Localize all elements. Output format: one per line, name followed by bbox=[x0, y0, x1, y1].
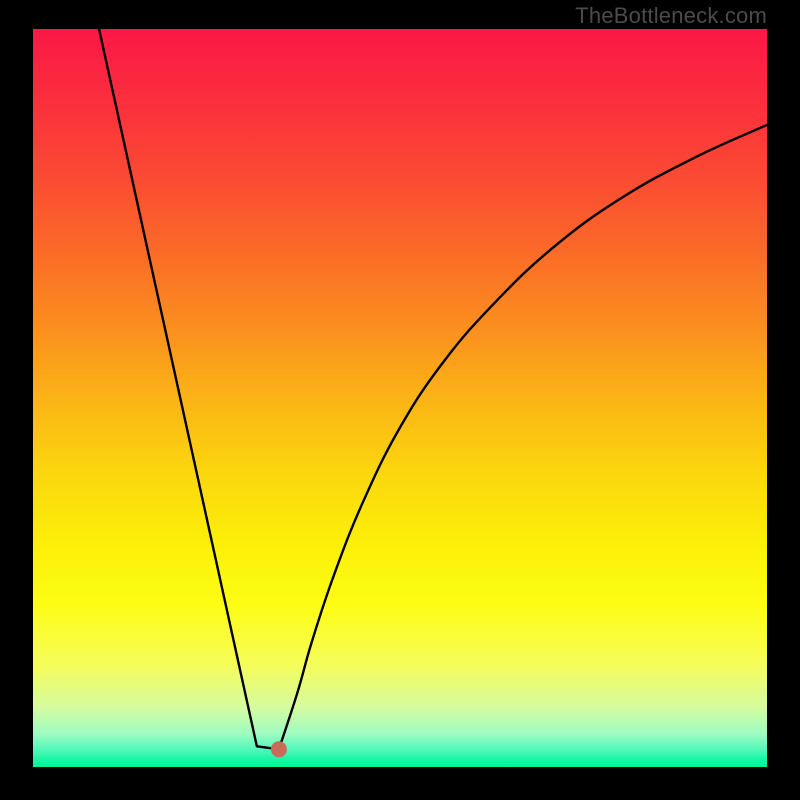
minimum-marker bbox=[271, 741, 287, 757]
plot-area bbox=[33, 29, 767, 767]
watermark-text: TheBottleneck.com bbox=[575, 3, 767, 29]
gradient-background bbox=[33, 29, 767, 767]
chart-svg bbox=[33, 29, 767, 767]
chart-frame: TheBottleneck.com bbox=[0, 0, 800, 800]
